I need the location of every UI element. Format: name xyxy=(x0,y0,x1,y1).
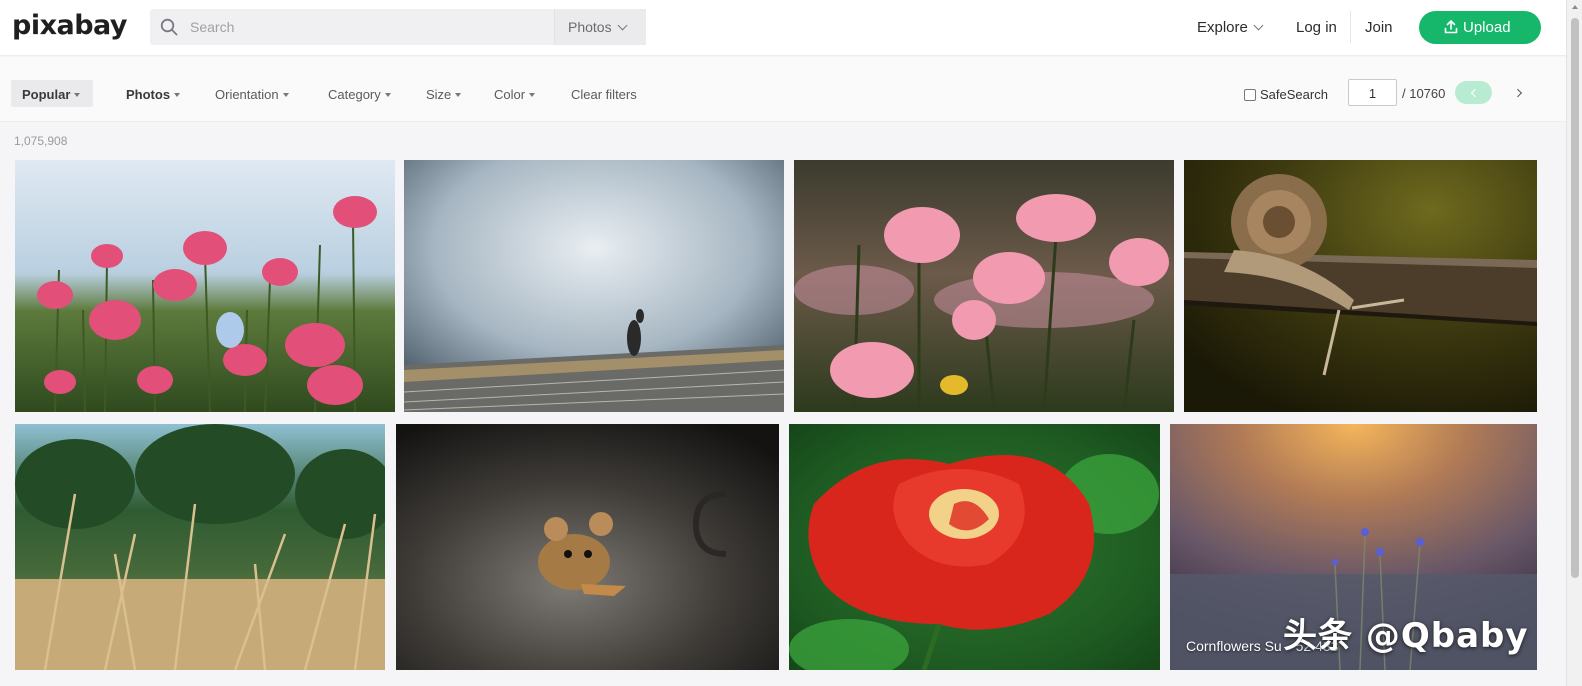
photo-snail-on-wood[interactable] xyxy=(1184,160,1537,412)
filter-photos[interactable]: Photos xyxy=(126,87,181,102)
upload-button[interactable]: Upload xyxy=(1419,11,1541,44)
caret-down-icon xyxy=(174,93,181,97)
prev-page-button[interactable] xyxy=(1455,81,1492,104)
safesearch-toggle[interactable]: SafeSearch xyxy=(1244,87,1328,102)
photo-wheat-field[interactable] xyxy=(15,424,385,670)
filter-color[interactable]: Color xyxy=(494,87,536,102)
photo-mouse-in-dark[interactable] xyxy=(396,424,779,670)
filter-size[interactable]: Size xyxy=(426,87,462,102)
photo-image xyxy=(404,160,784,412)
photo-image xyxy=(789,424,1160,670)
photo-tag[interactable]: Su xyxy=(1265,638,1282,654)
photo-tag[interactable]: Cornflowers xyxy=(1186,638,1261,654)
safesearch-label: SafeSearch xyxy=(1260,87,1328,102)
search-icon[interactable] xyxy=(160,18,178,36)
filter-size-label: Size xyxy=(426,87,452,102)
photo-pink-poppies-field[interactable] xyxy=(15,160,395,412)
explore-menu[interactable]: Explore xyxy=(1197,19,1264,36)
photo-image xyxy=(15,424,385,670)
nav-divider xyxy=(1350,11,1351,43)
photo-red-rose[interactable] xyxy=(789,424,1160,670)
login-link[interactable]: Log in xyxy=(1296,19,1337,36)
pixabay-logo[interactable]: pixabay xyxy=(12,10,128,41)
photo-image xyxy=(794,160,1174,412)
caret-down-icon xyxy=(74,93,81,97)
filter-orientation[interactable]: Orientation xyxy=(215,87,289,102)
photo-pink-poppies-closeup[interactable] xyxy=(794,160,1174,412)
chevron-down-icon xyxy=(1253,20,1264,31)
search-type-dropdown[interactable]: Photos xyxy=(554,9,646,45)
chevron-left-icon xyxy=(1470,88,1479,97)
upload-label: Upload xyxy=(1463,19,1511,36)
clear-filters-link[interactable]: Clear filters xyxy=(571,87,637,102)
filter-category-label: Category xyxy=(328,87,381,102)
caret-down-icon xyxy=(282,93,289,97)
filter-orientation-label: Orientation xyxy=(215,87,279,102)
filter-category[interactable]: Category xyxy=(328,87,391,102)
page-number-input[interactable]: 1 xyxy=(1348,79,1397,106)
page-scrollbar[interactable] xyxy=(1566,0,1582,686)
caret-down-icon xyxy=(455,93,462,97)
photo-image xyxy=(15,160,395,412)
scroll-up-icon[interactable] xyxy=(1572,5,1578,9)
safesearch-checkbox[interactable] xyxy=(1244,89,1256,101)
page-total: / 10760 xyxy=(1402,86,1446,101)
sort-popular-dropdown[interactable]: Popular xyxy=(11,80,93,107)
caret-down-icon xyxy=(529,93,536,97)
result-count: 1,075,908 xyxy=(14,134,68,148)
watermark-text: 头条 @Qbaby xyxy=(1283,616,1529,656)
caret-down-icon xyxy=(384,93,391,97)
filter-bar: Popular Photos Orientation Category Size… xyxy=(0,57,1566,122)
filter-photos-label: Photos xyxy=(126,87,171,102)
photo-kangaroo-in-mist[interactable] xyxy=(404,160,784,412)
search-bar: Photos xyxy=(150,9,646,45)
chevron-right-icon xyxy=(1513,88,1523,97)
scrollbar-thumb[interactable] xyxy=(1571,18,1579,578)
next-page-button[interactable] xyxy=(1508,81,1530,104)
search-type-label: Photos xyxy=(568,19,612,35)
top-header: pixabay Photos Explore Log in Join Uploa… xyxy=(0,0,1566,56)
filter-color-label: Color xyxy=(494,87,526,102)
photo-image xyxy=(1184,160,1537,412)
photo-image xyxy=(396,424,779,670)
explore-label: Explore xyxy=(1197,19,1248,36)
search-input[interactable] xyxy=(190,15,550,39)
upload-icon xyxy=(1444,20,1458,34)
chevron-down-icon xyxy=(617,20,628,31)
join-link[interactable]: Join xyxy=(1365,19,1393,36)
sort-label: Popular xyxy=(22,87,71,102)
